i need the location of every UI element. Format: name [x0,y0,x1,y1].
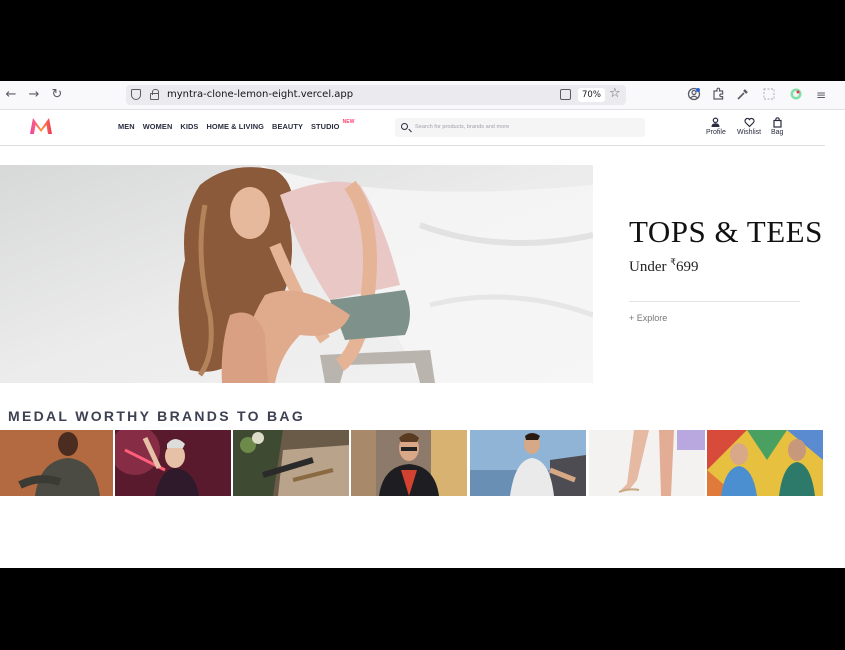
url-text[interactable]: myntra-clone-lemon-eight.vercel.app [167,89,353,100]
search-icon[interactable] [401,123,408,130]
profile-button[interactable]: Profile [706,117,726,136]
heart-icon [737,117,761,129]
brand-tile[interactable] [233,430,349,496]
eyedropper-icon[interactable] [735,87,751,103]
search-input[interactable]: Search for products, brands and more [415,124,509,130]
site-header: MEN WOMEN KIDS HOME & LIVING BEAUTY STUD… [0,110,825,146]
hero-banner-image[interactable] [0,165,593,383]
hero-price: 699 [675,259,699,275]
download-icon[interactable] [560,89,571,100]
bag-icon [771,117,783,129]
shield-icon[interactable] [131,89,141,100]
lock-icon[interactable] [150,89,159,100]
menu-item-kids[interactable]: KIDS [180,122,198,131]
address-bar[interactable]: myntra-clone-lemon-eight.vercel.app 70% … [126,85,626,105]
hero-subtitle: Under ₹699 [629,257,823,276]
hero-text: TOPS & TEES Under ₹699 [629,214,823,276]
brand-tile[interactable] [470,430,586,496]
brand-tile[interactable] [0,430,113,496]
screenshot-icon[interactable] [761,87,777,103]
search-bar[interactable]: Search for products, brands and more [395,118,645,137]
star-icon[interactable]: ☆ [609,86,621,101]
hero-divider [629,301,800,302]
new-badge: NEW [342,119,355,125]
menu-item-women[interactable]: WOMEN [143,122,173,131]
reload-icon[interactable]: ↻ [50,88,64,102]
brand-tile[interactable] [589,430,705,496]
wishlist-label: Wishlist [737,129,762,136]
brand-tile[interactable] [707,430,823,496]
colorpicker-icon[interactable] [788,87,804,103]
extensions-icon[interactable] [710,87,726,103]
menu-item-men[interactable]: MEN [118,122,135,131]
bag-button[interactable]: Bag [771,117,783,136]
hero-subtitle-prefix: Under [629,259,671,275]
browser-toolbar: ← → ↻ myntra-clone-lemon-eight.vercel.ap… [0,81,845,110]
section-title: MEDAL WORTHY BRANDS TO BAG [8,408,306,424]
account-icon[interactable] [686,87,702,103]
menu-item-studio[interactable]: STUDIO NEW [311,119,354,131]
browser-window: ← → ↻ myntra-clone-lemon-eight.vercel.ap… [0,81,845,568]
back-icon[interactable]: ← [4,88,18,102]
brand-tile[interactable] [351,430,467,496]
zoom-level[interactable]: 70% [578,88,605,102]
forward-icon[interactable]: → [27,88,41,102]
brand-tile[interactable] [115,430,231,496]
menu-item-studio-label: STUDIO [311,122,340,131]
profile-label: Profile [706,129,726,136]
menu-item-home-living[interactable]: HOME & LIVING [206,122,264,131]
hero-title: TOPS & TEES [629,214,823,249]
menu-icon[interactable]: ≡ [813,87,829,103]
main-menu: MEN WOMEN KIDS HOME & LIVING BEAUTY STUD… [118,119,354,131]
menu-item-beauty[interactable]: BEAUTY [272,122,303,131]
explore-link[interactable]: + Explore [629,313,667,323]
bag-label: Bag [771,129,784,136]
profile-icon [706,117,726,129]
wishlist-button[interactable]: Wishlist [737,117,761,136]
myntra-logo[interactable] [29,117,53,135]
